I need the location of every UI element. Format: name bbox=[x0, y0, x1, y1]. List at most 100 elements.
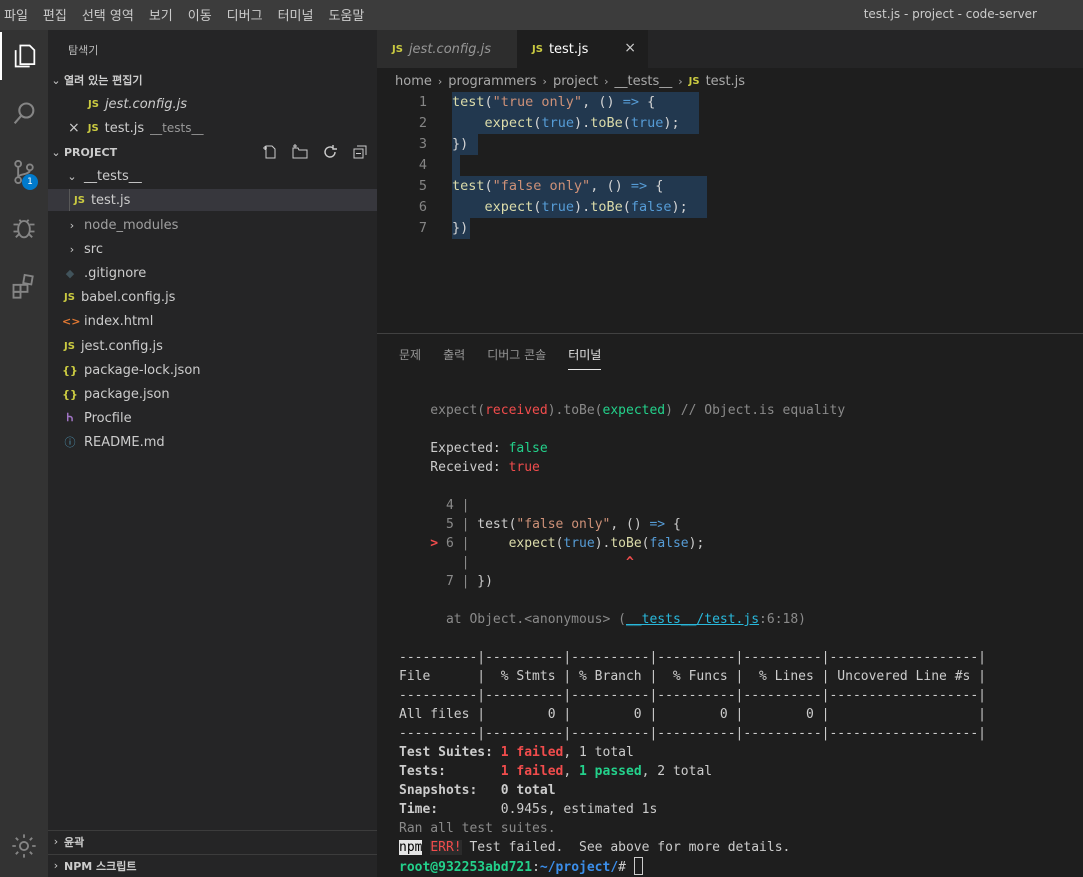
tab-terminal[interactable]: 터미널 bbox=[568, 346, 602, 370]
tree-file-index-html[interactable]: <> index.html bbox=[48, 310, 377, 332]
breadcrumb-item[interactable]: __tests__ bbox=[614, 74, 672, 89]
coverage-separator: ----------|----------|----------|-------… bbox=[399, 726, 986, 741]
new-file-icon[interactable] bbox=[259, 143, 281, 161]
tree-file-package-lock[interactable]: {} package-lock.json bbox=[48, 359, 377, 381]
js-file-icon: JS bbox=[87, 122, 99, 134]
tab-label: test.js bbox=[548, 41, 589, 57]
code-line: test("true only", () => { bbox=[452, 94, 656, 110]
time-label: Time: bbox=[399, 802, 501, 817]
chevron-down-icon: ⌄ bbox=[51, 145, 61, 159]
close-icon[interactable]: × bbox=[68, 120, 80, 136]
menu-file[interactable]: 파일 bbox=[4, 5, 28, 24]
suites-total: , 1 total bbox=[563, 745, 634, 760]
search-icon[interactable] bbox=[0, 90, 48, 138]
tab-jest-config[interactable]: JS jest.config.js bbox=[377, 30, 517, 68]
tree-item-label: babel.config.js bbox=[80, 289, 176, 305]
tree-item-label: README.md bbox=[84, 434, 165, 450]
tree-file-jest-config[interactable]: JS jest.config.js bbox=[48, 335, 377, 357]
coverage-header: File | % Stmts | % Branch | % Funcs | % … bbox=[399, 669, 986, 684]
tree-item-label: package.json bbox=[84, 386, 170, 402]
code-line: expect(true).toBe(false); bbox=[484, 199, 688, 215]
tests-label: Tests: bbox=[399, 764, 501, 779]
explorer-icon[interactable] bbox=[0, 32, 48, 80]
tab-problems[interactable]: 문제 bbox=[399, 346, 421, 370]
open-editors-label: 열려 있는 편집기 bbox=[64, 74, 143, 87]
new-folder-icon[interactable] bbox=[289, 143, 311, 161]
extensions-icon[interactable] bbox=[0, 262, 48, 310]
prompt-user: root@932253abd721 bbox=[399, 860, 533, 875]
tab-label: jest.config.js bbox=[408, 41, 492, 57]
menu-help[interactable]: 도움말 bbox=[328, 5, 364, 24]
err-label: ERR! bbox=[430, 840, 462, 855]
close-icon[interactable]: × bbox=[624, 40, 636, 56]
tree-item-label: node_modules bbox=[84, 217, 179, 233]
chevron-right-icon: › bbox=[69, 242, 75, 256]
open-editors-header[interactable]: ⌄ 열려 있는 편집기 bbox=[48, 69, 377, 91]
tab-debug-console[interactable]: 디버그 콘솔 bbox=[487, 346, 546, 370]
collapse-all-icon[interactable] bbox=[349, 143, 371, 161]
npm-scripts-header[interactable]: › NPM 스크립트 bbox=[48, 854, 377, 876]
suites-failed: 1 failed bbox=[500, 745, 564, 760]
tab-output[interactable]: 출력 bbox=[443, 346, 465, 370]
json-file-icon: {} bbox=[62, 363, 78, 377]
project-header[interactable]: ⌄ PROJECT bbox=[48, 141, 377, 163]
title-bar: 파일 편집 선택 영역 보기 이동 디버그 터미널 도움말 test.js - … bbox=[0, 0, 1083, 30]
menu-edit[interactable]: 편집 bbox=[43, 5, 67, 24]
git-file-icon: ◆ bbox=[65, 266, 75, 280]
explorer-sidebar: 탐색기 ⌄ 열려 있는 편집기 JS jest.config.js × JS t… bbox=[48, 30, 377, 877]
open-editor-jest-config[interactable]: JS jest.config.js bbox=[48, 93, 377, 115]
tests-passed: 1 passed bbox=[579, 764, 642, 779]
js-file-icon: JS bbox=[74, 194, 85, 206]
tree-file-procfile[interactable]: Ꮒ Procfile bbox=[48, 407, 377, 429]
tree-file-babel-config[interactable]: JS babel.config.js bbox=[48, 286, 377, 308]
source-control-icon[interactable]: 1 bbox=[0, 148, 48, 196]
tree-folder-node-modules[interactable]: › node_modules bbox=[48, 214, 377, 236]
menu-go[interactable]: 이동 bbox=[188, 5, 212, 24]
tree-file-package-json[interactable]: {} package.json bbox=[48, 383, 377, 405]
breadcrumb-item[interactable]: programmers bbox=[448, 74, 536, 89]
tree-item-label: package-lock.json bbox=[84, 362, 201, 378]
tree-file-test-js[interactable]: JS test.js bbox=[48, 189, 377, 211]
code-editor[interactable]: 1 2 3 4 5 6 7 test("true only", () => { … bbox=[377, 92, 1083, 332]
menu-debug[interactable]: 디버그 bbox=[227, 5, 263, 24]
open-editor-label: test.js bbox=[104, 120, 145, 136]
heroku-icon: Ꮒ bbox=[66, 411, 74, 424]
activity-bar: 1 bbox=[0, 30, 48, 877]
terminal-output[interactable]: expect(received).toBe(expected) // Objec… bbox=[399, 401, 845, 629]
tab-test-js[interactable]: JS test.js × bbox=[517, 30, 648, 68]
breadcrumb-item[interactable]: test.js bbox=[706, 74, 745, 89]
line-number: 6 bbox=[418, 199, 427, 215]
tree-file-readme[interactable]: ⓘ README.md bbox=[48, 431, 377, 453]
menu-view[interactable]: 보기 bbox=[149, 5, 173, 24]
js-file-icon: JS bbox=[64, 291, 75, 303]
line-number: 7 bbox=[418, 220, 427, 236]
editor-tabs: JS jest.config.js JS test.js × bbox=[377, 30, 1083, 68]
window-title: test.js - project - code-server bbox=[863, 7, 1037, 21]
refresh-icon[interactable] bbox=[319, 143, 341, 161]
breadcrumb-item[interactable]: project bbox=[553, 74, 598, 89]
code-line: }) bbox=[452, 136, 469, 152]
outline-header[interactable]: › 윤곽 bbox=[48, 830, 377, 852]
open-editor-test-js[interactable]: × JS test.js __tests__ bbox=[48, 117, 377, 139]
chevron-down-icon: ⌄ bbox=[51, 73, 61, 87]
menu-selection[interactable]: 선택 영역 bbox=[82, 5, 134, 24]
npm-scripts-label: NPM 스크립트 bbox=[64, 859, 137, 873]
html-file-icon: <> bbox=[62, 314, 81, 328]
debug-icon[interactable] bbox=[0, 204, 48, 252]
tree-item-label: index.html bbox=[84, 313, 154, 329]
terminal-output[interactable]: ----------|----------|----------|-------… bbox=[399, 648, 986, 877]
project-label: PROJECT bbox=[64, 145, 118, 159]
menu-terminal[interactable]: 터미널 bbox=[278, 5, 314, 24]
breadcrumb: home › programmers › project › __tests__ › J… bbox=[395, 70, 745, 92]
tree-folder-tests[interactable]: ⌄ __tests__ bbox=[48, 165, 377, 187]
tree-item-label: .gitignore bbox=[84, 265, 147, 281]
breadcrumb-item[interactable]: home bbox=[395, 74, 432, 89]
tree-item-label: Procfile bbox=[84, 410, 132, 426]
tree-folder-src[interactable]: › src bbox=[48, 238, 377, 260]
npm-label: npm bbox=[399, 840, 423, 855]
tree-file-gitignore[interactable]: ◆ .gitignore bbox=[48, 262, 377, 284]
outline-label: 윤곽 bbox=[64, 835, 85, 849]
settings-gear-icon[interactable] bbox=[0, 822, 48, 870]
line-number: 4 bbox=[418, 157, 427, 173]
open-editor-label: jest.config.js bbox=[104, 96, 188, 112]
